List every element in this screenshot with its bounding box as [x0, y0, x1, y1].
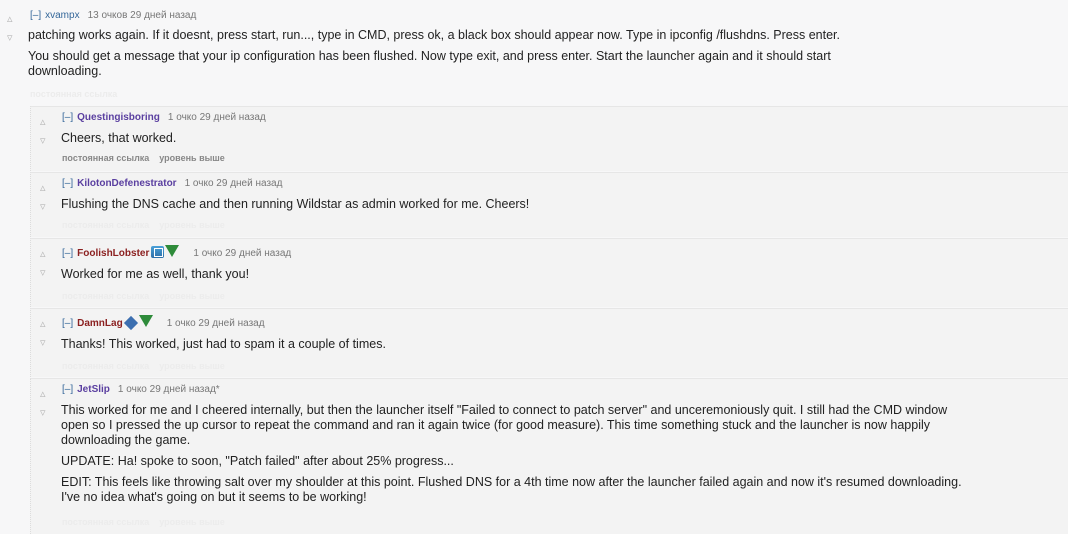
collapse-toggle[interactable]: [–] — [62, 112, 73, 123]
reply-tagline: [–] Questingisboring 1 очко 29 дней назад — [62, 112, 266, 123]
downvote-icon[interactable]: ▿ — [40, 135, 52, 147]
reply-tagline: [–] JetSlip 1 очко 29 дней назад* — [62, 384, 220, 395]
permalink-button[interactable]: постоянная ссылка — [62, 220, 149, 230]
parent-vote: ▵ ▿ — [7, 13, 19, 44]
reply-comment: ▵ ▿ [–] FoolishLobster 1 очко 29 дней наза… — [30, 238, 1068, 307]
faction-flair-icon — [138, 315, 153, 327]
comment-body: Worked for me as well, thank you! — [61, 267, 961, 282]
author-link[interactable]: Questingisboring — [77, 112, 160, 123]
collapse-toggle[interactable]: [–] — [62, 178, 73, 189]
downvote-icon[interactable]: ▿ — [40, 267, 52, 279]
comment-buttons: постоянная ссылка уровень выше — [62, 153, 235, 163]
parent-comment: ▵ ▿ [–] xvampx 13 очков 29 дней назад patc… — [0, 0, 1068, 534]
reply-comment: ▵ ▿ [–] DamnLag 1 очко 29 дней назад Thank… — [30, 308, 1068, 377]
upvote-icon[interactable]: ▵ — [7, 13, 19, 25]
class-flair-icon — [123, 315, 138, 331]
permalink-button[interactable]: постоянная ссылка — [62, 153, 149, 163]
permalink-button[interactable]: постоянная ссылка — [62, 361, 149, 371]
reply-vote: ▵ ▿ — [40, 248, 52, 279]
reply-vote: ▵ ▿ — [40, 388, 52, 419]
author-link[interactable]: xvampx — [45, 10, 79, 21]
parent-button[interactable]: уровень выше — [159, 361, 225, 371]
parent-button[interactable]: уровень выше — [159, 220, 225, 230]
author-link[interactable]: KilotonDefenestrator — [77, 178, 176, 189]
score-time: 1 очко 29 дней назад — [193, 248, 292, 259]
faction-flair-icon — [165, 245, 180, 257]
parent-button[interactable]: уровень выше — [159, 291, 225, 301]
reply-vote: ▵ ▿ — [40, 182, 52, 213]
score-time: 1 очко 29 дней назад — [166, 318, 265, 329]
parent-tagline: [–] xvampx 13 очков 29 дней назад — [30, 10, 196, 21]
reply-vote: ▵ ▿ — [40, 116, 52, 147]
comment-body: Thanks! This worked, just had to spam it… — [61, 337, 961, 352]
reply-tagline: [–] FoolishLobster 1 очко 29 дней назад — [62, 245, 291, 259]
collapse-toggle[interactable]: [–] — [62, 384, 73, 395]
upvote-icon[interactable]: ▵ — [40, 248, 52, 260]
comment-buttons: постоянная ссылка — [30, 89, 127, 99]
author-link[interactable]: FoolishLobster — [77, 248, 149, 259]
paragraph: EDIT: This feels like throwing salt over… — [61, 475, 962, 504]
upvote-icon[interactable]: ▵ — [40, 388, 52, 400]
comment-buttons: постоянная ссылка уровень выше — [62, 361, 235, 371]
reply-tagline: [–] DamnLag 1 очко 29 дней назад — [62, 315, 265, 331]
paragraph: Thanks! This worked, just had to spam it… — [61, 337, 386, 351]
paragraph: Worked for me as well, thank you! — [61, 267, 250, 281]
downvote-icon[interactable]: ▿ — [40, 407, 52, 419]
paragraph: patching works again. If it doesnt, pres… — [28, 28, 840, 42]
downvote-icon[interactable]: ▿ — [40, 201, 52, 213]
paragraph: You should get a message that your ip co… — [28, 49, 831, 78]
parent-button[interactable]: уровень выше — [159, 517, 225, 527]
collapse-toggle[interactable]: [–] — [62, 318, 73, 329]
upvote-icon[interactable]: ▵ — [40, 182, 52, 194]
downvote-icon[interactable]: ▿ — [40, 337, 52, 349]
comment-buttons: постоянная ссылка уровень выше — [62, 220, 235, 230]
paragraph: UPDATE: Ha! spoke to soon, "Patch failed… — [61, 454, 454, 468]
author-link[interactable]: DamnLag — [77, 318, 123, 329]
comment-body: patching works again. If it doesnt, pres… — [28, 28, 898, 79]
comment-body: This worked for me and I cheered interna… — [61, 403, 973, 505]
collapse-toggle[interactable]: [–] — [62, 248, 73, 259]
paragraph: Cheers, that worked. — [61, 131, 177, 145]
score-time: 1 очко 29 дней назад — [184, 178, 283, 189]
comment-body: Cheers, that worked. — [61, 131, 961, 146]
permalink-button[interactable]: постоянная ссылка — [62, 517, 149, 527]
parent-button[interactable]: уровень выше — [159, 153, 225, 163]
collapse-toggle[interactable]: [–] — [30, 10, 41, 21]
permalink-button[interactable]: постоянная ссылка — [30, 89, 117, 99]
score-time: 1 очко 29 дней назад* — [117, 384, 220, 395]
author-link[interactable]: JetSlip — [77, 384, 110, 395]
downvote-icon[interactable]: ▿ — [7, 32, 19, 44]
comment-buttons: постоянная ссылка уровень выше — [62, 291, 235, 301]
comment-buttons: постоянная ссылка уровень выше — [62, 517, 235, 527]
score-time: 1 очко 29 дней назад — [167, 112, 266, 123]
paragraph: Flushing the DNS cache and then running … — [61, 197, 530, 211]
reply-comment: ▵ ▿ [–] JetSlip 1 очко 29 дней назад* This… — [30, 378, 1068, 534]
comment-body: Flushing the DNS cache and then running … — [61, 197, 961, 212]
permalink-button[interactable]: постоянная ссылка — [62, 291, 149, 301]
reply-tagline: [–] KilotonDefenestrator 1 очко 29 дней на… — [62, 178, 282, 189]
paragraph: This worked for me and I cheered interna… — [61, 403, 948, 447]
class-flair-icon — [151, 246, 165, 258]
upvote-icon[interactable]: ▵ — [40, 116, 52, 128]
reply-comment: ▵ ▿ [–] KilotonDefenestrator 1 очко 29 дне… — [30, 172, 1068, 237]
reply-comment: ▵ ▿ [–] Questingisboring 1 очко 29 дней на… — [30, 106, 1068, 171]
upvote-icon[interactable]: ▵ — [40, 318, 52, 330]
score-time: 13 очков 29 дней назад — [87, 10, 197, 21]
reply-vote: ▵ ▿ — [40, 318, 52, 349]
